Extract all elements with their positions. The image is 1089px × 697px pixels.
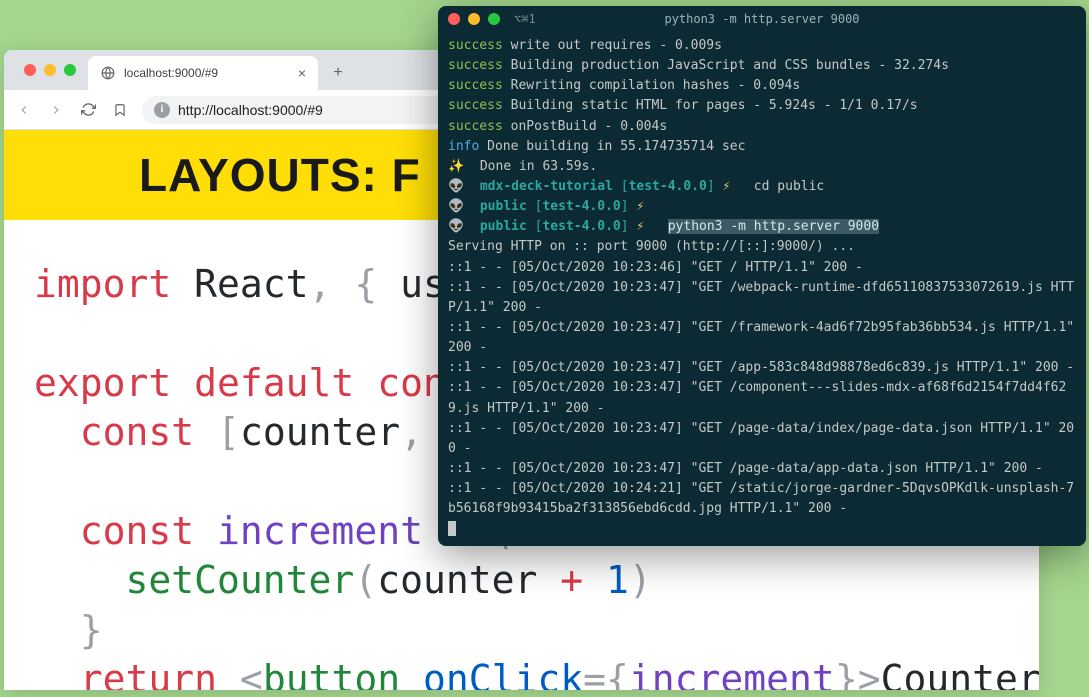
terminal-minimize-button[interactable]	[468, 13, 480, 25]
terminal-line: success Building static HTML for pages -…	[448, 96, 1076, 116]
forward-button[interactable]	[46, 100, 66, 120]
globe-icon	[100, 65, 116, 81]
slide-title: LAYOUTS: F	[139, 148, 421, 202]
terminal-line: ::1 - - [05/Oct/2020 10:23:47] "GET /pag…	[448, 459, 1076, 479]
terminal-line: success Building production JavaScript a…	[448, 56, 1076, 76]
terminal-close-button[interactable]	[448, 13, 460, 25]
back-button[interactable]	[14, 100, 34, 120]
terminal-line: ✨ Done in 63.59s.	[448, 157, 1076, 177]
terminal-traffic-lights	[448, 13, 500, 25]
terminal-line: ::1 - - [05/Oct/2020 10:23:47] "GET /pag…	[448, 419, 1076, 459]
bookmark-button[interactable]	[110, 100, 130, 120]
terminal-line: ::1 - - [05/Oct/2020 10:23:47] "GET /web…	[448, 278, 1076, 318]
window-maximize-button[interactable]	[64, 64, 76, 76]
terminal-title: python3 -m http.server 9000	[664, 12, 859, 26]
terminal-line: 👽 mdx-deck-tutorial [test-4.0.0] ⚡ cd pu…	[448, 177, 1076, 197]
terminal-line: 👽 public [test-4.0.0] ⚡	[448, 197, 1076, 217]
new-tab-button[interactable]: +	[324, 59, 352, 87]
terminal-line: ::1 - - [05/Oct/2020 10:24:21] "GET /sta…	[448, 479, 1076, 519]
tab-title: localhost:9000/#9	[124, 66, 218, 80]
window-close-button[interactable]	[24, 64, 36, 76]
terminal-titlebar: ⌥⌘1 python3 -m http.server 9000	[438, 6, 1086, 32]
browser-tab[interactable]: localhost:9000/#9 ×	[88, 56, 318, 90]
terminal-cursor	[448, 521, 456, 536]
terminal-line: ::1 - - [05/Oct/2020 10:23:46] "GET / HT…	[448, 258, 1076, 278]
reload-button[interactable]	[78, 100, 98, 120]
terminal-line: success Rewriting compilation hashes - 0…	[448, 76, 1076, 96]
terminal-shortcut-label: ⌥⌘1	[514, 12, 536, 26]
close-tab-button[interactable]: ×	[298, 65, 306, 81]
terminal-window: ⌥⌘1 python3 -m http.server 9000 success …	[438, 6, 1086, 546]
url-text: http://localhost:9000/#9	[178, 102, 323, 118]
terminal-line: success write out requires - 0.009s	[448, 36, 1076, 56]
terminal-maximize-button[interactable]	[488, 13, 500, 25]
terminal-line: 👽 public [test-4.0.0] ⚡ python3 -m http.…	[448, 217, 1076, 237]
browser-traffic-lights	[12, 64, 88, 76]
terminal-line: ::1 - - [05/Oct/2020 10:23:47] "GET /app…	[448, 358, 1076, 378]
window-minimize-button[interactable]	[44, 64, 56, 76]
terminal-body[interactable]: success write out requires - 0.009ssucce…	[438, 32, 1086, 546]
terminal-line: success onPostBuild - 0.004s	[448, 117, 1076, 137]
terminal-line: Serving HTTP on :: port 9000 (http://[::…	[448, 237, 1076, 257]
terminal-line: ::1 - - [05/Oct/2020 10:23:47] "GET /fra…	[448, 318, 1076, 358]
terminal-line: info Done building in 55.174735714 sec	[448, 137, 1076, 157]
site-info-icon[interactable]: i	[154, 102, 170, 118]
terminal-line: ::1 - - [05/Oct/2020 10:23:47] "GET /com…	[448, 378, 1076, 418]
